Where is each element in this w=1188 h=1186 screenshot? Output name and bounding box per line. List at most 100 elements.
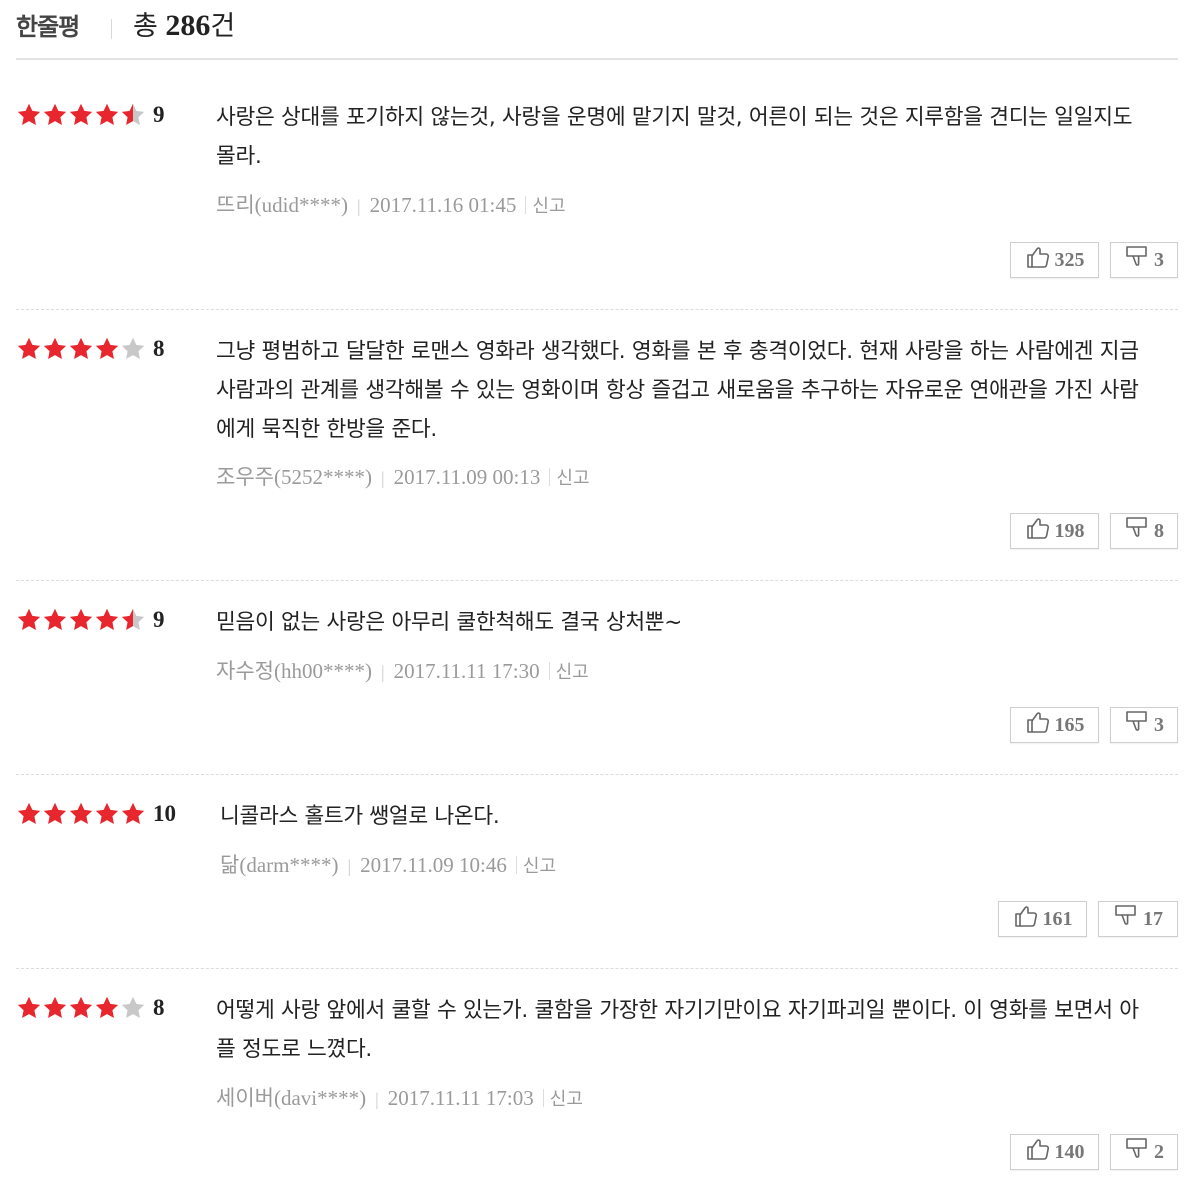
meta-divider (542, 1089, 544, 1107)
review-text: 사랑은 상대를 포기하지 않는것, 사랑을 운명에 맡기지 말것, 어른이 되는… (216, 105, 1133, 169)
like-button[interactable]: 140 (1010, 1134, 1099, 1170)
star-icon (69, 608, 93, 630)
like-count: 165 (1054, 713, 1085, 736)
like-button[interactable]: 165 (1010, 707, 1099, 743)
review-date: 2017.11.09 10:46 (360, 853, 507, 877)
author-id: (udid****) (254, 193, 348, 217)
report-link[interactable]: 신고 (550, 1089, 583, 1110)
thumbs-up-icon (1025, 244, 1055, 276)
author-id: (darm****) (239, 853, 339, 877)
star-icon (121, 608, 145, 630)
star-icon (69, 802, 93, 824)
like-count: 161 (1042, 907, 1073, 930)
dislike-button[interactable]: 2 (1110, 1134, 1178, 1170)
report-link[interactable]: 신고 (523, 856, 556, 877)
thumbs-down-icon (1113, 903, 1143, 935)
dislike-button[interactable]: 3 (1110, 242, 1178, 278)
star-icon (95, 608, 119, 630)
author-id: (5252****) (273, 465, 372, 489)
review-meta: 닮(darm****) | 2017.11.09 10:46 신고 (220, 849, 556, 879)
dislike-button[interactable]: 8 (1110, 513, 1178, 549)
author-name: 조우주 (216, 465, 274, 489)
count-number: 286 (165, 9, 211, 42)
review-count: 총 286건 (133, 4, 235, 43)
count-prefix: 총 (133, 11, 158, 42)
star-icon (95, 337, 119, 359)
star-rating (16, 995, 146, 1019)
star-icon (121, 337, 145, 359)
review-item: 8 어떻게 사랑 앞에서 쿨할 수 있는가. 쿨함을 가장한 자기기만이요 자기… (16, 968, 1178, 1186)
star-icon (69, 996, 93, 1018)
like-count: 198 (1054, 519, 1085, 542)
review-meta: 뜨리(udid****) | 2017.11.16 01:45 신고 (216, 189, 566, 219)
review-text: 믿음이 없는 사랑은 아무리 쿨한척해도 결국 상처뿐~ (216, 610, 683, 635)
author-id: (davi****) (273, 1086, 367, 1110)
review-date: 2017.11.09 00:13 (393, 465, 541, 489)
rating-score: 9 (153, 102, 165, 127)
dislike-button[interactable]: 17 (1098, 901, 1178, 937)
star-icon (95, 802, 119, 824)
thumbs-down-icon (1124, 515, 1154, 547)
star-icon (17, 802, 41, 824)
dislike-count: 8 (1154, 519, 1164, 542)
dislike-count: 3 (1154, 713, 1164, 736)
rating-score: 9 (153, 607, 165, 632)
review-date: 2017.11.11 17:30 (393, 659, 540, 683)
dislike-button[interactable]: 3 (1110, 707, 1178, 743)
review-text: 그냥 평범하고 달달한 로맨스 영화라 생각했다. 영화를 본 후 충격이었다.… (216, 339, 1139, 442)
star-icon (17, 337, 41, 359)
review-section: 한줄평 총 286건 9 사랑은 상대를 포기하지 않는것, 사랑을 운명에 맡… (0, 0, 1188, 1186)
dislike-count: 17 (1143, 907, 1163, 930)
review-meta: 조우주(5252****) | 2017.11.09 00:13 신고 (216, 461, 590, 491)
meta-divider (515, 856, 517, 874)
thumbs-up-icon (1013, 903, 1043, 935)
star-icon (121, 103, 145, 125)
like-button[interactable]: 161 (998, 901, 1087, 937)
star-icon (17, 608, 41, 630)
star-icon (69, 337, 93, 359)
review-text: 어떻게 사랑 앞에서 쿨할 수 있는가. 쿨함을 가장한 자기기만이요 자기파괴… (216, 998, 1139, 1062)
review-item: 8 그냥 평범하고 달달한 로맨스 영화라 생각했다. 영화를 본 후 충격이었… (16, 309, 1178, 581)
author-id: (hh00****) (273, 659, 372, 683)
like-count: 140 (1054, 1140, 1085, 1163)
like-button[interactable]: 325 (1010, 242, 1099, 278)
meta-divider: | (356, 196, 361, 216)
rating-score: 8 (153, 995, 165, 1020)
star-icon (43, 608, 67, 630)
star-icon (121, 802, 145, 824)
meta-divider (525, 196, 527, 214)
review-item: 10 니콜라스 홀트가 쌩얼로 나온다. 닮(darm****) | 2017.11… (16, 774, 1178, 969)
report-link[interactable]: 신고 (556, 662, 589, 683)
star-icon (69, 103, 93, 125)
rating-score: 10 (153, 801, 176, 826)
thumbs-down-icon (1124, 709, 1154, 741)
star-rating (16, 801, 146, 825)
review-item: 9 믿음이 없는 사랑은 아무리 쿨한척해도 결국 상처뿐~ 자수정(hh00*… (16, 580, 1178, 775)
like-button[interactable]: 198 (1010, 513, 1099, 549)
review-header: 한줄평 총 286건 (16, 0, 1178, 60)
meta-divider (549, 468, 551, 486)
review-meta: 자수정(hh00****) | 2017.11.11 17:30 신고 (216, 655, 589, 685)
star-icon (17, 103, 41, 125)
thumbs-up-icon (1025, 709, 1055, 741)
author-name: 닮 (220, 853, 240, 877)
star-icon (121, 996, 145, 1018)
star-icon (17, 996, 41, 1018)
star-rating (16, 607, 146, 631)
count-suffix: 건 (210, 11, 236, 42)
thumbs-up-icon (1025, 515, 1055, 547)
author-name: 세이버 (216, 1086, 274, 1110)
star-rating (16, 336, 146, 360)
thumbs-down-icon (1124, 244, 1154, 276)
dislike-count: 2 (1154, 1140, 1164, 1163)
meta-divider: | (375, 1089, 379, 1109)
section-title: 한줄평 (16, 13, 80, 41)
report-link[interactable]: 신고 (556, 468, 589, 489)
thumbs-up-icon (1025, 1136, 1055, 1168)
thumbs-down-icon (1124, 1136, 1154, 1168)
star-icon (95, 103, 119, 125)
star-icon (43, 802, 67, 824)
author-name: 자수정 (216, 659, 274, 683)
report-link[interactable]: 신고 (532, 196, 565, 217)
star-icon (95, 996, 119, 1018)
